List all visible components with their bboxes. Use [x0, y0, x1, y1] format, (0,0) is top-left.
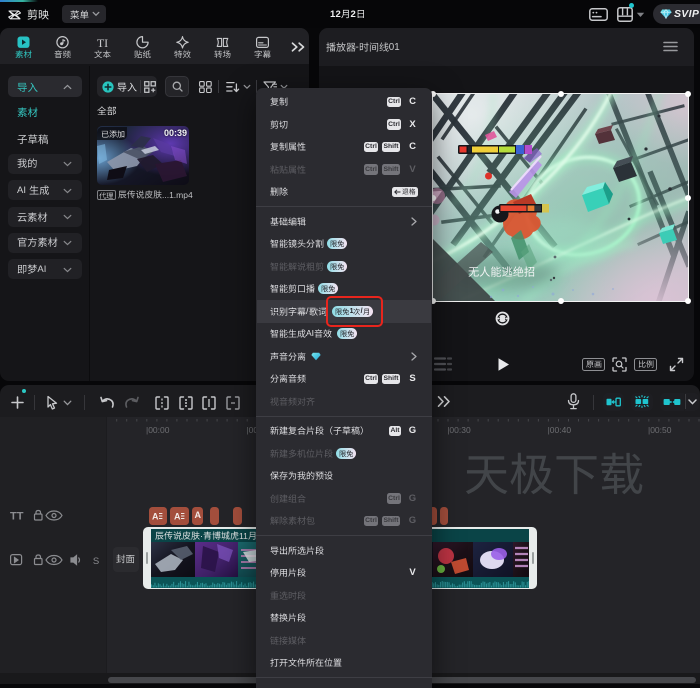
- svg-text:A: A: [174, 512, 181, 522]
- svg-text:S: S: [93, 556, 99, 567]
- svg-text:A: A: [152, 512, 159, 522]
- svg-text:TI: TI: [97, 36, 108, 49]
- svg-text:TT: TT: [10, 511, 24, 523]
